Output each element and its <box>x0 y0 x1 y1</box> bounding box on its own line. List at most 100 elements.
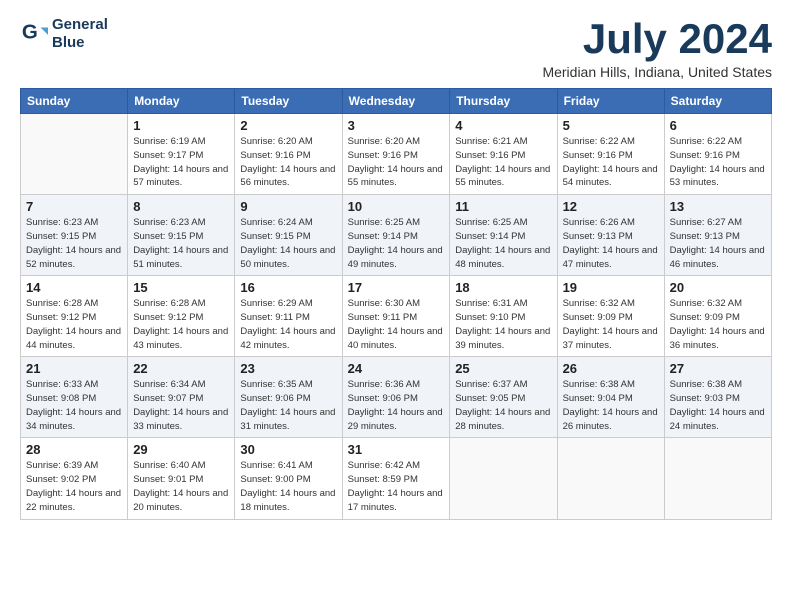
subtitle: Meridian Hills, Indiana, United States <box>542 64 772 80</box>
week-row-1: 1 Sunrise: 6:19 AMSunset: 9:17 PMDaylight… <box>21 114 772 195</box>
day-info: Sunrise: 6:26 AMSunset: 9:13 PMDaylight:… <box>563 216 659 271</box>
logo-line2: Blue <box>52 34 108 52</box>
calendar-cell: 17Sunrise: 6:30 AMSunset: 9:11 PMDayligh… <box>342 276 450 357</box>
day-number: 11 <box>455 199 551 214</box>
day-info: Sunrise: 6:38 AMSunset: 9:03 PMDaylight:… <box>670 378 766 433</box>
svg-text:G: G <box>22 21 38 44</box>
calendar-cell: 20 Sunrise: 6:32 AMSunset: 9:09 PMDayligh… <box>664 276 771 357</box>
day-number: 25 <box>455 361 551 376</box>
day-number: 29 <box>133 442 229 457</box>
day-info: Sunrise: 6:24 AMSunset: 9:15 PMDaylight:… <box>240 216 336 271</box>
day-number: 20 <box>670 280 766 295</box>
calendar-cell: 31 Sunrise: 6:42 AMSunset: 8:59 PMDayligh… <box>342 438 450 519</box>
day-number: 3 <box>348 118 445 133</box>
calendar-cell: 4 Sunrise: 6:21 AMSunset: 9:16 PMDaylight… <box>450 114 557 195</box>
calendar-cell <box>450 438 557 519</box>
main-title: July 2024 <box>542 16 772 62</box>
weekday-header-monday: Monday <box>128 89 235 114</box>
calendar-cell: 28Sunrise: 6:39 AMSunset: 9:02 PMDayligh… <box>21 438 128 519</box>
day-info: Sunrise: 6:22 AMSunset: 9:16 PMDaylight:… <box>670 135 766 190</box>
calendar-cell: 11 Sunrise: 6:25 AMSunset: 9:14 PMDayligh… <box>450 195 557 276</box>
day-info: Sunrise: 6:23 AMSunset: 9:15 PMDaylight:… <box>133 216 229 271</box>
day-info: Sunrise: 6:21 AMSunset: 9:16 PMDaylight:… <box>455 135 551 190</box>
header: G General Blue July 2024 Meridian Hills,… <box>20 16 772 80</box>
day-number: 21 <box>26 361 122 376</box>
logo-icon: G <box>20 20 48 48</box>
calendar-cell: 30 Sunrise: 6:41 AMSunset: 9:00 PMDayligh… <box>235 438 342 519</box>
day-info: Sunrise: 6:20 AMSunset: 9:16 PMDaylight:… <box>348 135 445 190</box>
day-info: Sunrise: 6:37 AMSunset: 9:05 PMDaylight:… <box>455 378 551 433</box>
day-number: 16 <box>240 280 336 295</box>
day-number: 2 <box>240 118 336 133</box>
day-info: Sunrise: 6:41 AMSunset: 9:00 PMDaylight:… <box>240 459 336 514</box>
logo-line1: General <box>52 16 108 34</box>
day-number: 30 <box>240 442 336 457</box>
day-number: 9 <box>240 199 336 214</box>
day-info: Sunrise: 6:38 AMSunset: 9:04 PMDaylight:… <box>563 378 659 433</box>
day-info: Sunrise: 6:20 AMSunset: 9:16 PMDaylight:… <box>240 135 336 190</box>
calendar-cell <box>664 438 771 519</box>
weekday-header-row: SundayMondayTuesdayWednesdayThursdayFrid… <box>21 89 772 114</box>
calendar-cell: 29 Sunrise: 6:40 AMSunset: 9:01 PMDayligh… <box>128 438 235 519</box>
day-info: Sunrise: 6:40 AMSunset: 9:01 PMDaylight:… <box>133 459 229 514</box>
day-number: 23 <box>240 361 336 376</box>
day-number: 31 <box>348 442 445 457</box>
day-info: Sunrise: 6:27 AMSunset: 9:13 PMDaylight:… <box>670 216 766 271</box>
day-info: Sunrise: 6:31 AMSunset: 9:10 PMDaylight:… <box>455 297 551 352</box>
calendar-cell: 23Sunrise: 6:35 AMSunset: 9:06 PMDayligh… <box>235 357 342 438</box>
day-number: 27 <box>670 361 766 376</box>
calendar-cell: 8 Sunrise: 6:23 AMSunset: 9:15 PMDaylight… <box>128 195 235 276</box>
weekday-header-saturday: Saturday <box>664 89 771 114</box>
day-info: Sunrise: 6:29 AMSunset: 9:11 PMDaylight:… <box>240 297 336 352</box>
day-info: Sunrise: 6:25 AMSunset: 9:14 PMDaylight:… <box>455 216 551 271</box>
calendar-cell: 3 Sunrise: 6:20 AMSunset: 9:16 PMDaylight… <box>342 114 450 195</box>
weekday-header-friday: Friday <box>557 89 664 114</box>
logo-text: General Blue <box>52 16 108 52</box>
calendar-cell: 27 Sunrise: 6:38 AMSunset: 9:03 PMDayligh… <box>664 357 771 438</box>
calendar-cell: 25 Sunrise: 6:37 AMSunset: 9:05 PMDayligh… <box>450 357 557 438</box>
calendar-cell <box>557 438 664 519</box>
calendar: SundayMondayTuesdayWednesdayThursdayFrid… <box>20 88 772 519</box>
calendar-cell: 15Sunrise: 6:28 AMSunset: 9:12 PMDayligh… <box>128 276 235 357</box>
calendar-cell: 22 Sunrise: 6:34 AMSunset: 9:07 PMDayligh… <box>128 357 235 438</box>
day-number: 5 <box>563 118 659 133</box>
day-info: Sunrise: 6:42 AMSunset: 8:59 PMDaylight:… <box>348 459 445 514</box>
calendar-cell: 2 Sunrise: 6:20 AMSunset: 9:16 PMDaylight… <box>235 114 342 195</box>
calendar-cell: 1 Sunrise: 6:19 AMSunset: 9:17 PMDaylight… <box>128 114 235 195</box>
day-number: 19 <box>563 280 659 295</box>
day-number: 8 <box>133 199 229 214</box>
calendar-cell: 19 Sunrise: 6:32 AMSunset: 9:09 PMDayligh… <box>557 276 664 357</box>
week-row-4: 21 Sunrise: 6:33 AMSunset: 9:08 PMDayligh… <box>21 357 772 438</box>
day-info: Sunrise: 6:22 AMSunset: 9:16 PMDaylight:… <box>563 135 659 190</box>
calendar-cell: 12 Sunrise: 6:26 AMSunset: 9:13 PMDayligh… <box>557 195 664 276</box>
calendar-cell: 13 Sunrise: 6:27 AMSunset: 9:13 PMDayligh… <box>664 195 771 276</box>
calendar-cell: 24Sunrise: 6:36 AMSunset: 9:06 PMDayligh… <box>342 357 450 438</box>
calendar-cell: 6 Sunrise: 6:22 AMSunset: 9:16 PMDaylight… <box>664 114 771 195</box>
day-info: Sunrise: 6:30 AMSunset: 9:11 PMDaylight:… <box>348 297 445 352</box>
day-info: Sunrise: 6:34 AMSunset: 9:07 PMDaylight:… <box>133 378 229 433</box>
day-number: 28 <box>26 442 122 457</box>
day-number: 4 <box>455 118 551 133</box>
calendar-cell: 5 Sunrise: 6:22 AMSunset: 9:16 PMDaylight… <box>557 114 664 195</box>
day-number: 12 <box>563 199 659 214</box>
week-row-2: 7 Sunrise: 6:23 AMSunset: 9:15 PMDaylight… <box>21 195 772 276</box>
day-number: 7 <box>26 199 122 214</box>
day-info: Sunrise: 6:32 AMSunset: 9:09 PMDaylight:… <box>563 297 659 352</box>
day-number: 1 <box>133 118 229 133</box>
day-info: Sunrise: 6:33 AMSunset: 9:08 PMDaylight:… <box>26 378 122 433</box>
day-info: Sunrise: 6:19 AMSunset: 9:17 PMDaylight:… <box>133 135 229 190</box>
calendar-cell: 16 Sunrise: 6:29 AMSunset: 9:11 PMDayligh… <box>235 276 342 357</box>
week-row-3: 14 Sunrise: 6:28 AMSunset: 9:12 PMDayligh… <box>21 276 772 357</box>
weekday-header-sunday: Sunday <box>21 89 128 114</box>
day-number: 6 <box>670 118 766 133</box>
day-number: 26 <box>563 361 659 376</box>
day-number: 22 <box>133 361 229 376</box>
title-area: July 2024 Meridian Hills, Indiana, Unite… <box>542 16 772 80</box>
day-number: 10 <box>348 199 445 214</box>
day-number: 13 <box>670 199 766 214</box>
day-info: Sunrise: 6:28 AMSunset: 9:12 PMDaylight:… <box>26 297 122 352</box>
calendar-cell: 21 Sunrise: 6:33 AMSunset: 9:08 PMDayligh… <box>21 357 128 438</box>
day-number: 14 <box>26 280 122 295</box>
calendar-cell: 18Sunrise: 6:31 AMSunset: 9:10 PMDayligh… <box>450 276 557 357</box>
day-info: Sunrise: 6:32 AMSunset: 9:09 PMDaylight:… <box>670 297 766 352</box>
